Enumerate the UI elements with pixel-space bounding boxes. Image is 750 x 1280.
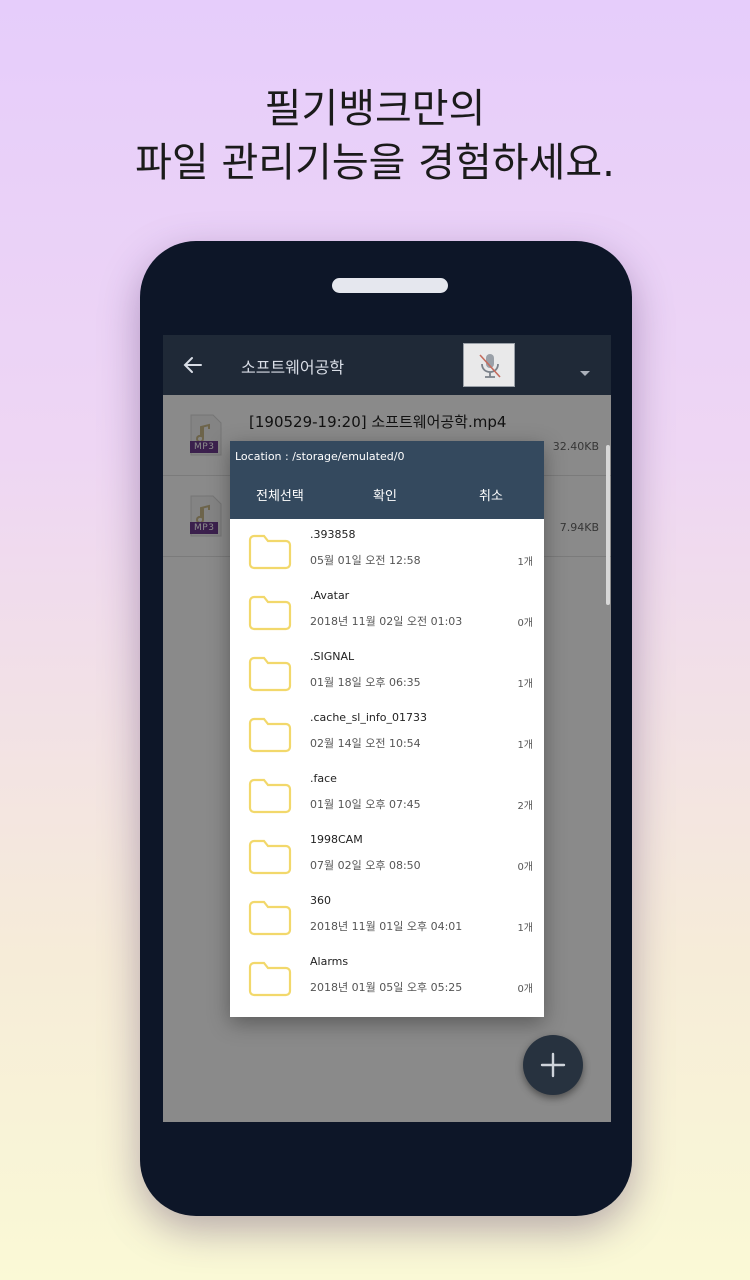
folder-icon (248, 656, 292, 692)
folder-icon (248, 961, 292, 997)
folder-item-count: 1개 (517, 923, 533, 934)
folder-date: 01월 18일 오후 06:35 (310, 676, 421, 689)
folder-item-count: 2개 (517, 801, 533, 812)
folder-icon (248, 534, 292, 570)
folder-name: .cache_sl_info_01733 (310, 711, 427, 724)
folder-name: .393858 (310, 528, 356, 541)
folder-icon (248, 717, 292, 753)
folder-item[interactable]: 1998CAM 07월 02일 오후 08:50 0개 (230, 824, 544, 885)
folder-item-count: 0개 (517, 862, 533, 873)
folder-date: 05월 01일 오전 12:58 (310, 554, 421, 567)
promo-headline: 필기뱅크만의 파일 관리기능을 경험하세요. (0, 82, 750, 190)
folder-item[interactable]: .SIGNAL 01월 18일 오후 06:35 1개 (230, 641, 544, 702)
select-all-button[interactable]: 전체선택 (256, 485, 304, 504)
folder-item-count: 0개 (517, 618, 533, 629)
scrollbar[interactable] (606, 445, 610, 605)
folder-icon (248, 778, 292, 814)
dialog-header: Location : /storage/emulated/0 전체선택 확인 취… (230, 441, 544, 519)
page-title: 소프트웨어공학 (241, 358, 345, 377)
folder-item-count: 1개 (517, 740, 533, 751)
folder-date: 01월 10일 오후 07:45 (310, 798, 421, 811)
folder-item[interactable] (230, 1007, 544, 1017)
folder-item-count: 1개 (517, 679, 533, 690)
folder-name: .Avatar (310, 589, 350, 602)
folder-item-count: 0개 (517, 984, 533, 995)
folder-date: 2018년 01월 05일 오후 05:25 (310, 981, 463, 994)
caret-down-icon[interactable] (579, 363, 591, 382)
folder-item[interactable]: .cache_sl_info_01733 02월 14일 오전 10:54 1개 (230, 702, 544, 763)
phone-speaker (332, 278, 448, 293)
folder-date: 07월 02일 오후 08:50 (310, 859, 421, 872)
phone-screen: 소프트웨어공학 MP3 [190529-19:20] 소프트웨어공학.mp4 3… (163, 335, 611, 1122)
headline-line-1: 필기뱅크만의 (264, 86, 486, 132)
folder-icon (248, 900, 292, 936)
arrow-left-icon[interactable] (181, 353, 205, 377)
folder-item[interactable]: .393858 05월 01일 오전 12:58 1개 (230, 519, 544, 580)
record-button[interactable] (463, 343, 515, 387)
app-header: 소프트웨어공학 (163, 335, 611, 395)
cancel-button[interactable]: 취소 (479, 485, 503, 504)
folder-name: 360 (310, 894, 331, 907)
folder-icon (248, 839, 292, 875)
folder-item[interactable]: .Avatar 2018년 11월 02일 오전 01:03 0개 (230, 580, 544, 641)
folder-item[interactable]: 360 2018년 11월 01일 오후 04:01 1개 (230, 885, 544, 946)
add-button[interactable] (523, 1035, 583, 1095)
folder-date: 02월 14일 오전 10:54 (310, 737, 421, 750)
folder-picker-dialog: Location : /storage/emulated/0 전체선택 확인 취… (230, 441, 544, 1017)
folder-item-count: 1개 (517, 557, 533, 568)
folder-name: .face (310, 772, 337, 785)
folder-name: Alarms (310, 955, 349, 968)
folder-name: 1998CAM (310, 833, 363, 846)
folder-item[interactable]: Alarms 2018년 01월 05일 오후 05:25 0개 (230, 946, 544, 1007)
folder-icon (248, 595, 292, 631)
folder-item[interactable]: .face 01월 10일 오후 07:45 2개 (230, 763, 544, 824)
headline-line-2: 파일 관리기능을 경험하세요. (135, 140, 615, 186)
location-path: Location : /storage/emulated/0 (235, 450, 405, 463)
folder-list: .393858 05월 01일 오전 12:58 1개 .Avatar 2018… (230, 519, 544, 1017)
confirm-button[interactable]: 확인 (373, 485, 397, 504)
folder-date: 2018년 11월 02일 오전 01:03 (310, 615, 463, 628)
folder-name: .SIGNAL (310, 650, 355, 663)
folder-date: 2018년 11월 01일 오후 04:01 (310, 920, 463, 933)
